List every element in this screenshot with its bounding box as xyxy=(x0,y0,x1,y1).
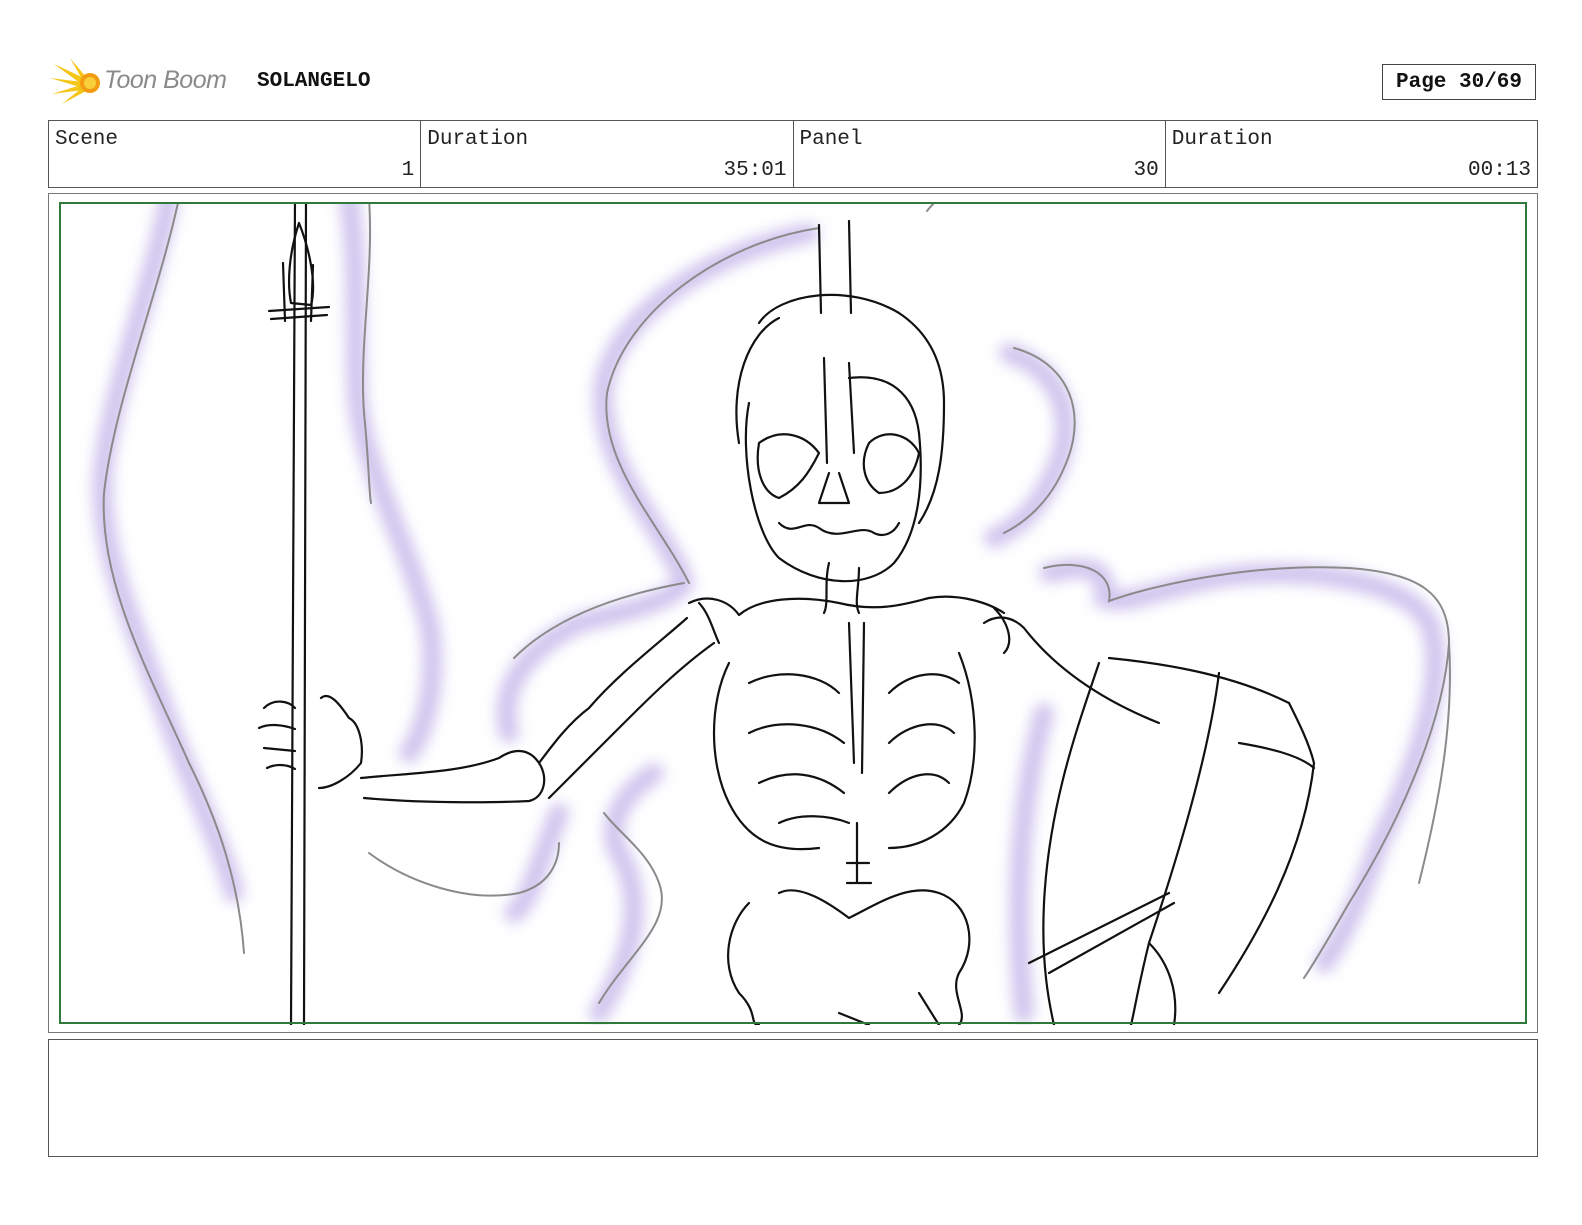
panel-info-row: Scene 1 Duration 35:01 Panel 30 Duration… xyxy=(48,120,1538,188)
logo-wordmark: Toon Boom xyxy=(104,66,227,94)
panel-notes-box[interactable] xyxy=(48,1039,1538,1157)
panel-value: 30 xyxy=(1133,159,1159,182)
scene-value: 1 xyxy=(401,159,415,182)
starburst-logo-icon xyxy=(50,58,100,104)
panel-duration-label: Duration xyxy=(1171,128,1273,151)
skeleton-sketch-drawing xyxy=(92,203,1451,1025)
scene-duration-label: Duration xyxy=(427,128,529,151)
project-title: SOLANGELO xyxy=(257,70,371,93)
scene-label: Scene xyxy=(55,128,119,151)
scene-duration-cell: Duration 35:01 xyxy=(421,121,794,187)
panel-duration-value: 00:13 xyxy=(1467,159,1531,182)
scene-cell: Scene 1 xyxy=(49,121,422,187)
page-indicator: Page 30/69 xyxy=(1382,64,1536,100)
toon-boom-logo: Toon Boom xyxy=(50,56,240,108)
panel-duration-cell: Duration 00:13 xyxy=(1166,121,1537,187)
scene-duration-value: 35:01 xyxy=(723,159,787,182)
storyboard-panel xyxy=(48,193,1538,1033)
panel-cell: Panel 30 xyxy=(794,121,1166,187)
panel-label: Panel xyxy=(799,128,863,151)
